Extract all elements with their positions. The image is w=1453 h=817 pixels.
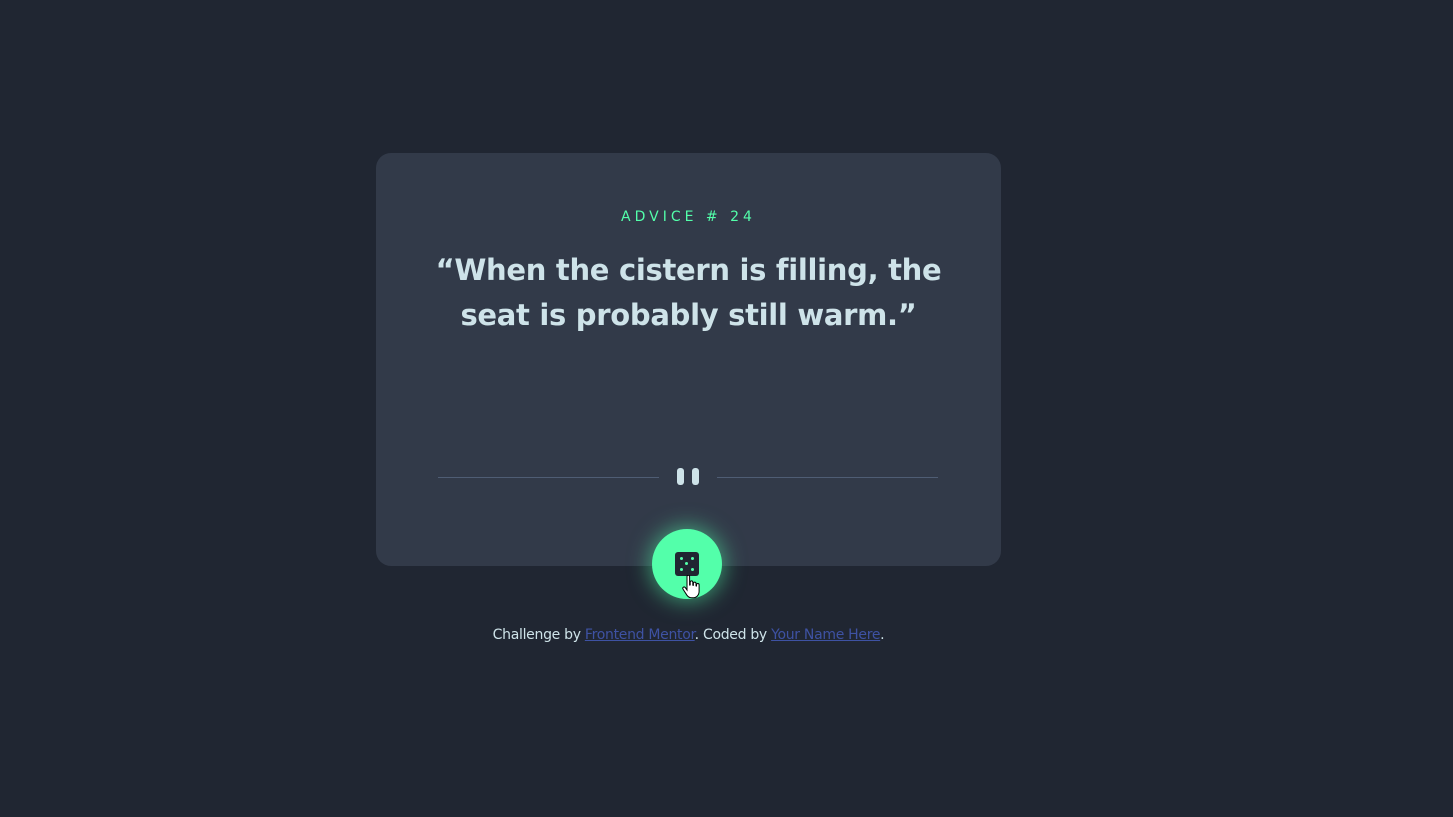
frontend-mentor-link[interactable]: Frontend Mentor	[585, 627, 695, 643]
footer-prefix: Challenge by	[492, 627, 585, 643]
divider-line-left	[438, 477, 659, 478]
advice-card: ADVICE # 24 “When the cistern is filling…	[376, 153, 1001, 566]
divider-line-right	[717, 477, 938, 478]
pause-icon	[677, 468, 699, 486]
hand-cursor-icon	[682, 575, 700, 599]
advice-quote: “When the cistern is filling, the seat i…	[435, 253, 942, 332]
footer-middle: . Coded by	[694, 627, 772, 643]
pattern-divider	[438, 467, 938, 487]
footer-attribution: Challenge by Frontend Mentor. Coded by Y…	[0, 627, 1377, 643]
footer-suffix: .	[880, 627, 885, 643]
dice-icon	[675, 552, 699, 576]
author-link[interactable]: Your Name Here	[771, 627, 880, 643]
advice-number: ADVICE # 24	[621, 209, 756, 225]
